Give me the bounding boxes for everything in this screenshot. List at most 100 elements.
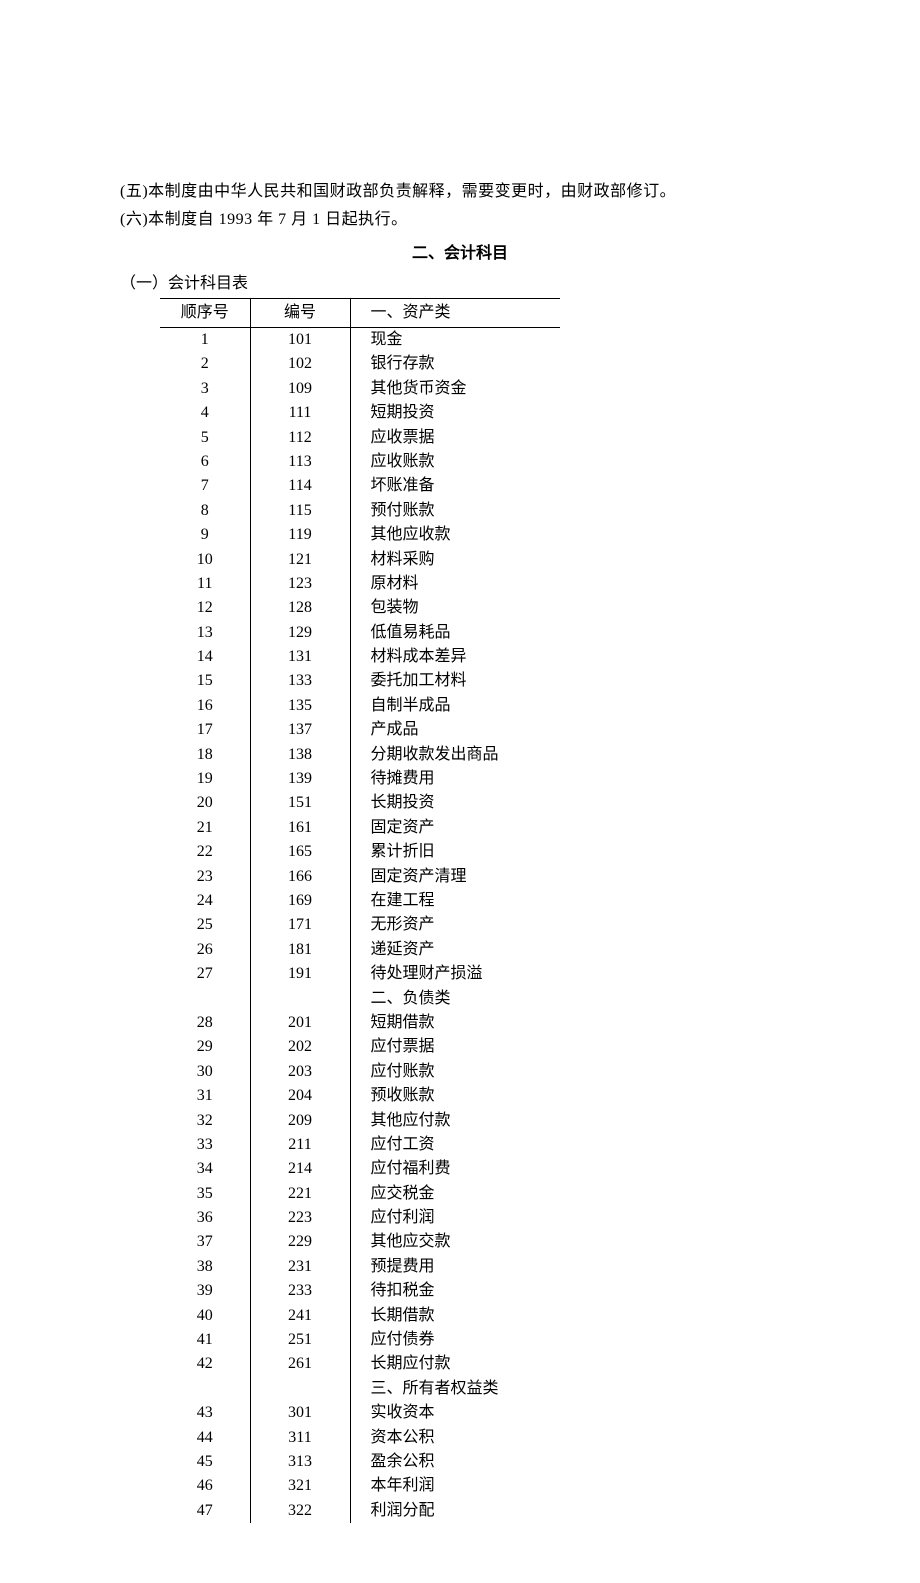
cell-name: 待摊费用: [350, 767, 560, 791]
cell-name: 长期借款: [350, 1304, 560, 1328]
cell-code: 202: [250, 1035, 350, 1059]
cell-code: 181: [250, 938, 350, 962]
table-row: 12128包装物: [160, 596, 560, 620]
cell-seq: 4: [160, 401, 250, 425]
cell-seq: 8: [160, 499, 250, 523]
cell-code: 114: [250, 474, 350, 498]
cell-seq: 22: [160, 840, 250, 864]
cell-code: 102: [250, 352, 350, 376]
cell-code: 313: [250, 1450, 350, 1474]
cell-code: 137: [250, 718, 350, 742]
cell-name: 应付利润: [350, 1206, 560, 1230]
cell-code: 209: [250, 1109, 350, 1133]
cell-seq: [160, 987, 250, 1011]
table-row: 24169在建工程: [160, 889, 560, 913]
account-table: 顺序号 编号 一、资产类 1101现金2102银行存款3109其他货币资金411…: [160, 298, 560, 1523]
cell-code: 111: [250, 401, 350, 425]
cell-code: 151: [250, 791, 350, 815]
table-row: 37229其他应交款: [160, 1230, 560, 1254]
table-row: 47322利润分配: [160, 1499, 560, 1523]
table-row: 25171无形资产: [160, 913, 560, 937]
table-row: 19139待摊费用: [160, 767, 560, 791]
cell-name: 预提费用: [350, 1255, 560, 1279]
cell-name: 待处理财产损溢: [350, 962, 560, 986]
cell-code: 204: [250, 1084, 350, 1108]
cell-name: 在建工程: [350, 889, 560, 913]
cell-code: 131: [250, 645, 350, 669]
paragraph-five: (五)本制度由中华人民共和国财政部负责解释，需要变更时，由财政部修订。: [120, 180, 800, 204]
cell-seq: 47: [160, 1499, 250, 1523]
cell-code: 171: [250, 913, 350, 937]
cell-name: 累计折旧: [350, 840, 560, 864]
cell-seq: 27: [160, 962, 250, 986]
subsection-heading: （一）会计科目表: [120, 272, 800, 296]
cell-code: 221: [250, 1182, 350, 1206]
cell-seq: 39: [160, 1279, 250, 1303]
header-name: 一、资产类: [350, 299, 560, 328]
table-header-row: 顺序号 编号 一、资产类: [160, 299, 560, 328]
cell-seq: 34: [160, 1157, 250, 1181]
cell-seq: 35: [160, 1182, 250, 1206]
cell-name: 低值易耗品: [350, 621, 560, 645]
cell-code: 112: [250, 426, 350, 450]
cell-name: 自制半成品: [350, 694, 560, 718]
cell-code: 133: [250, 669, 350, 693]
table-row: 8115预付账款: [160, 499, 560, 523]
table-row: 45313盈余公积: [160, 1450, 560, 1474]
table-body: 1101现金2102银行存款3109其他货币资金4111短期投资5112应收票据…: [160, 328, 560, 1524]
account-table-wrap: 顺序号 编号 一、资产类 1101现金2102银行存款3109其他货币资金411…: [160, 298, 800, 1523]
cell-seq: 25: [160, 913, 250, 937]
cell-code: [250, 1377, 350, 1401]
cell-name: 应收票据: [350, 426, 560, 450]
cell-name: 材料成本差异: [350, 645, 560, 669]
cell-code: 211: [250, 1133, 350, 1157]
cell-code: 241: [250, 1304, 350, 1328]
cell-code: 135: [250, 694, 350, 718]
cell-seq: 18: [160, 743, 250, 767]
cell-code: 165: [250, 840, 350, 864]
cell-seq: 44: [160, 1426, 250, 1450]
cell-code: 201: [250, 1011, 350, 1035]
cell-seq: 14: [160, 645, 250, 669]
cell-name: 包装物: [350, 596, 560, 620]
cell-seq: 29: [160, 1035, 250, 1059]
cell-seq: 46: [160, 1474, 250, 1498]
table-row: 41251应付债券: [160, 1328, 560, 1352]
table-row: 5112应收票据: [160, 426, 560, 450]
cell-seq: 1: [160, 328, 250, 353]
cell-name: 委托加工材料: [350, 669, 560, 693]
cell-name: 待扣税金: [350, 1279, 560, 1303]
table-row: 17137产成品: [160, 718, 560, 742]
table-row: 21161固定资产: [160, 816, 560, 840]
cell-name: 二、负债类: [350, 987, 560, 1011]
cell-code: 161: [250, 816, 350, 840]
cell-name: 短期借款: [350, 1011, 560, 1035]
table-row: 33211应付工资: [160, 1133, 560, 1157]
cell-seq: 19: [160, 767, 250, 791]
table-row: 7114坏账准备: [160, 474, 560, 498]
table-row: 14131材料成本差异: [160, 645, 560, 669]
table-row: 2102银行存款: [160, 352, 560, 376]
table-row: 34214应付福利费: [160, 1157, 560, 1181]
cell-code: 128: [250, 596, 350, 620]
table-row: 二、负债类: [160, 987, 560, 1011]
cell-seq: 32: [160, 1109, 250, 1133]
cell-name: 现金: [350, 328, 560, 353]
cell-code: 119: [250, 523, 350, 547]
cell-code: 261: [250, 1352, 350, 1376]
cell-code: 109: [250, 377, 350, 401]
cell-seq: 10: [160, 548, 250, 572]
cell-code: 233: [250, 1279, 350, 1303]
paragraph-six: (六)本制度自 1993 年 7 月 1 日起执行。: [120, 208, 800, 232]
table-row: 13129低值易耗品: [160, 621, 560, 645]
table-row: 36223应付利润: [160, 1206, 560, 1230]
cell-seq: 20: [160, 791, 250, 815]
cell-seq: 3: [160, 377, 250, 401]
cell-name: 原材料: [350, 572, 560, 596]
cell-name: 无形资产: [350, 913, 560, 937]
cell-code: 121: [250, 548, 350, 572]
cell-name: 固定资产: [350, 816, 560, 840]
table-row: 3109其他货币资金: [160, 377, 560, 401]
table-row: 30203应付账款: [160, 1060, 560, 1084]
cell-seq: 17: [160, 718, 250, 742]
